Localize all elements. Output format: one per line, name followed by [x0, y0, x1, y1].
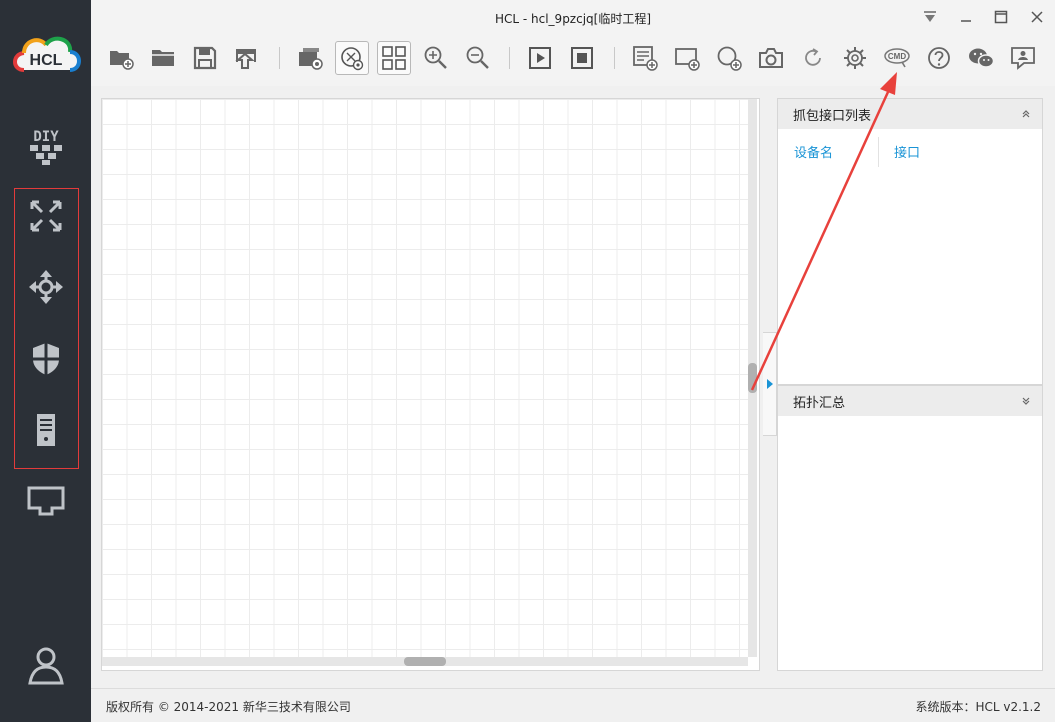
svg-text:CMD: CMD — [888, 52, 906, 61]
maximize-icon — [994, 10, 1008, 24]
settings-button[interactable] — [838, 41, 872, 75]
feedback-icon — [1011, 47, 1035, 70]
sidebar-item-diy[interactable]: DIY — [18, 117, 74, 173]
collapse-up-icon — [1022, 110, 1030, 118]
panel-collapse-tab[interactable] — [763, 332, 777, 436]
hcl-logo: HCL — [10, 30, 82, 76]
zoom-out-icon — [466, 46, 489, 69]
menu-dropdown-button[interactable] — [919, 6, 941, 28]
status-bar: 版权所有 © 2014-2021 新华三技术有限公司 系统版本：HCL v2.1… — [91, 688, 1055, 722]
refresh-icon — [805, 48, 821, 66]
stop-all-button[interactable] — [565, 41, 599, 75]
grid-layout-button[interactable] — [377, 41, 411, 75]
export-icon — [235, 49, 256, 69]
minimize-button[interactable] — [955, 6, 977, 28]
horizontal-scroll-thumb[interactable] — [404, 657, 446, 666]
title-bar: HCL - hcl_9pzcjq[临时工程] — [91, 0, 1055, 34]
topology-canvas[interactable] — [101, 98, 760, 671]
diy-icon: DIY — [30, 129, 62, 165]
vertical-scroll-thumb[interactable] — [748, 363, 757, 393]
add-ellipse-button[interactable] — [712, 41, 746, 75]
help-button[interactable] — [922, 41, 956, 75]
copyright-text: 版权所有 © 2014-2021 新华三技术有限公司 — [106, 700, 351, 714]
help-icon — [928, 47, 950, 69]
add-note-icon — [633, 46, 658, 71]
sidebar-item-server[interactable] — [18, 402, 74, 458]
capture-panel-collapse-button[interactable] — [1020, 108, 1032, 120]
add-rect-icon — [675, 48, 700, 71]
camera-icon — [759, 48, 783, 68]
switch-icon — [29, 270, 63, 304]
capture-panel-header: 抓包接口列表 — [778, 99, 1042, 129]
save-icon — [193, 46, 217, 70]
cmd-button[interactable]: CMD — [880, 41, 914, 75]
expand-down-icon — [1022, 397, 1030, 405]
topology-panel-header: 拓扑汇总 — [778, 386, 1042, 416]
terminal-icon — [27, 486, 65, 516]
wechat-icon — [969, 48, 995, 68]
router-icon — [30, 200, 62, 232]
add-note-button[interactable] — [628, 41, 662, 75]
zoom-in-icon — [424, 46, 447, 69]
horizontal-scrollbar[interactable] — [102, 657, 748, 666]
close-button[interactable] — [1026, 6, 1048, 28]
open-project-icon — [152, 50, 174, 66]
column-divider — [878, 137, 879, 167]
sidebar-item-router[interactable] — [18, 188, 74, 244]
canvas-grid — [102, 99, 748, 657]
close-icon — [1031, 11, 1043, 23]
user-icon — [28, 647, 64, 685]
svg-text:HCL: HCL — [30, 52, 63, 69]
settings-icon — [844, 47, 866, 69]
toolbar-separator — [614, 47, 615, 69]
capture-interface-panel: 抓包接口列表 设备名 接口 — [777, 98, 1043, 385]
wechat-button[interactable] — [964, 41, 998, 75]
menu-triangle-icon — [924, 11, 936, 22]
export-button[interactable] — [230, 41, 264, 75]
firewall-icon — [33, 343, 59, 375]
zoom-out-button[interactable] — [461, 41, 495, 75]
feedback-button[interactable] — [1006, 41, 1040, 75]
maximize-button[interactable] — [990, 6, 1012, 28]
screenshot-view-icon — [299, 48, 323, 70]
server-icon — [37, 414, 55, 446]
topology-view-button[interactable] — [335, 41, 369, 75]
zoom-in-button[interactable] — [419, 41, 453, 75]
grid-layout-icon — [382, 46, 406, 70]
version-text: 系统版本：HCL v2.1.2 — [915, 700, 1041, 714]
expand-right-icon — [766, 379, 773, 389]
main-toolbar: CMD — [91, 34, 1055, 86]
stop-icon — [571, 47, 593, 69]
topology-panel-title: 拓扑汇总 — [793, 395, 846, 411]
camera-button[interactable] — [754, 41, 788, 75]
capture-panel-title: 抓包接口列表 — [793, 108, 872, 124]
topology-view-icon — [341, 47, 364, 71]
new-project-icon — [110, 51, 134, 70]
sidebar-item-user[interactable] — [18, 637, 74, 693]
minimize-icon — [961, 20, 971, 22]
svg-text:DIY: DIY — [33, 129, 59, 145]
interface-column-header[interactable]: 接口 — [894, 142, 920, 161]
cmd-icon: CMD — [884, 48, 910, 68]
sidebar-item-switch[interactable] — [18, 259, 74, 315]
window-title: HCL - hcl_9pzcjq[临时工程] — [494, 12, 652, 26]
toolbar-separator — [509, 47, 510, 69]
left-sidebar: HCL DIY — [0, 0, 91, 722]
device-name-column-header[interactable]: 设备名 — [794, 142, 833, 161]
open-project-button[interactable] — [146, 41, 180, 75]
save-button[interactable] — [188, 41, 222, 75]
screenshot-view-button[interactable] — [293, 41, 327, 75]
start-icon — [529, 47, 551, 69]
add-rectangle-button[interactable] — [670, 41, 704, 75]
add-ellipse-icon — [717, 46, 742, 71]
sidebar-item-terminal[interactable] — [18, 474, 74, 530]
vertical-scrollbar[interactable] — [748, 99, 757, 657]
topology-summary-panel: 拓扑汇总 — [777, 385, 1043, 671]
refresh-button[interactable] — [796, 41, 830, 75]
topology-panel-expand-button[interactable] — [1020, 395, 1032, 407]
sidebar-item-firewall[interactable] — [18, 331, 74, 387]
start-all-button[interactable] — [523, 41, 557, 75]
toolbar-separator — [279, 47, 280, 69]
new-project-button[interactable] — [104, 41, 138, 75]
